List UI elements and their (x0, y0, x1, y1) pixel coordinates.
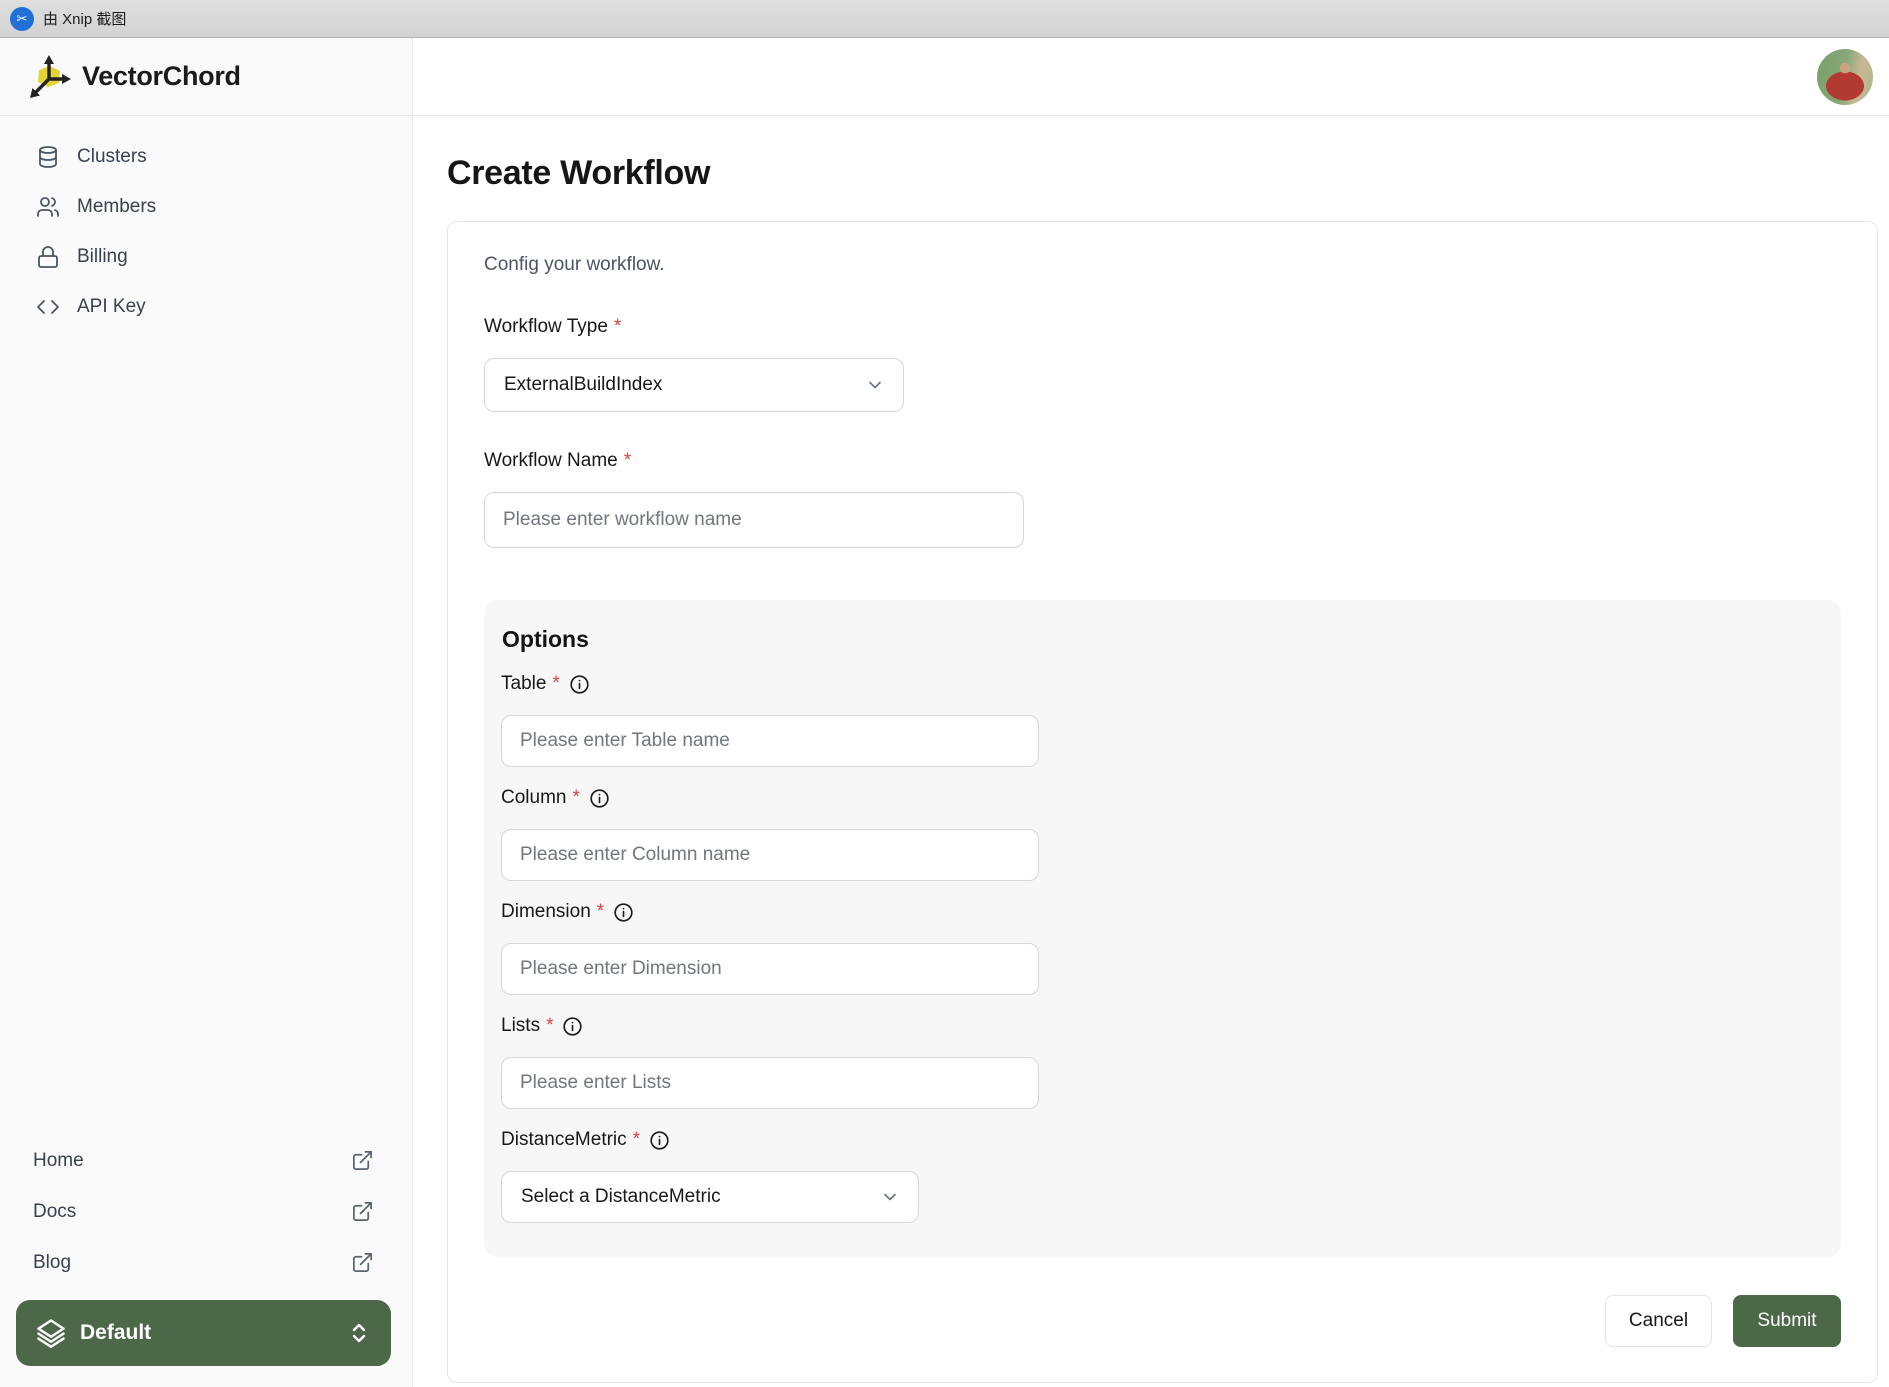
submit-button[interactable]: Submit (1733, 1295, 1841, 1347)
chevrons-up-down-icon (347, 1321, 371, 1345)
info-icon[interactable] (649, 1130, 670, 1151)
sidebar-item-clusters[interactable]: Clusters (0, 132, 412, 182)
required-asterisk: * (546, 1015, 554, 1036)
distance-metric-field: DistanceMetric * Select a DistanceMetric (501, 1129, 1825, 1223)
sidebar-item-label: Members (77, 196, 157, 217)
workspace-name: Default (80, 1321, 152, 1344)
distance-metric-label: DistanceMetric * (501, 1129, 1825, 1151)
sidebar-item-label: Billing (77, 246, 128, 267)
cancel-button[interactable]: Cancel (1605, 1295, 1712, 1347)
column-label: Column * (501, 787, 1825, 809)
sidebar-link-docs[interactable]: Docs (0, 1186, 412, 1237)
column-field: Column * (501, 787, 1825, 881)
lists-input[interactable] (501, 1057, 1039, 1109)
workflow-name-input[interactable] (484, 492, 1024, 548)
page-title: Create Workflow (447, 154, 711, 192)
layers-icon (36, 1318, 66, 1348)
main-area: Create Workflow Config your workflow. Wo… (413, 38, 1889, 1387)
chevron-down-icon (880, 1187, 900, 1207)
external-link-icon (351, 1149, 374, 1172)
dimension-label: Dimension * (501, 901, 1825, 923)
lists-field: Lists * (501, 1015, 1825, 1109)
user-avatar[interactable] (1817, 48, 1873, 105)
xnip-scissors-icon: ✂ (10, 6, 34, 31)
table-label: Table * (501, 673, 1825, 695)
table-input[interactable] (501, 715, 1039, 767)
sidebar-item-members[interactable]: Members (0, 182, 412, 232)
sidebar-link-home[interactable]: Home (0, 1135, 412, 1186)
brand: VectorChord (0, 38, 412, 116)
required-asterisk: * (632, 1129, 641, 1150)
sidebar-item-api-key[interactable]: API Key (0, 282, 412, 332)
content: Create Workflow Config your workflow. Wo… (413, 116, 1889, 1383)
options-panel: Options Table * Please enter Table name … (484, 600, 1841, 1257)
table-field: Table * (501, 673, 1825, 767)
workflow-name-label: Workflow Name * (484, 450, 632, 471)
sidebar-item-billing[interactable]: Billing (0, 232, 412, 282)
sidebar-item-label: API Key (77, 296, 146, 317)
sidebar-link-label: Blog (33, 1251, 72, 1273)
distance-metric-select[interactable]: Select a DistanceMetric (501, 1171, 919, 1223)
column-input[interactable] (501, 829, 1039, 881)
titlebar: ✂ 由 Xnip 截图 (0, 0, 1889, 38)
info-icon[interactable] (562, 1016, 583, 1037)
chevron-down-icon (865, 375, 885, 395)
main-header (413, 38, 1889, 116)
users-icon (36, 195, 60, 219)
external-link-icon (351, 1200, 374, 1223)
required-asterisk: * (623, 450, 632, 471)
sidebar-item-label: Clusters (77, 146, 147, 167)
code-icon (36, 295, 60, 319)
required-asterisk: * (613, 316, 622, 337)
sidebar-link-label: Home (33, 1149, 84, 1171)
external-link-icon (351, 1251, 374, 1274)
dimension-input[interactable] (501, 943, 1039, 995)
required-asterisk: * (552, 673, 560, 694)
sidebar-nav: Clusters Members Billing API Key (0, 116, 412, 332)
dimension-field: Dimension * (501, 901, 1825, 995)
options-title: Options (502, 626, 589, 652)
form-actions: Cancel Submit (484, 1295, 1841, 1347)
required-asterisk: * (596, 901, 605, 922)
workflow-type-label: Workflow Type * (484, 316, 622, 337)
distance-metric-value: Select a DistanceMetric (521, 1186, 721, 1207)
lists-label: Lists * (501, 1015, 1825, 1037)
info-icon[interactable] (569, 674, 590, 695)
required-asterisk: * (572, 787, 580, 808)
workflow-type-value: ExternalBuildIndex (504, 374, 663, 395)
info-icon[interactable] (589, 788, 610, 809)
brand-name: VectorChord (82, 61, 241, 91)
sidebar-link-blog[interactable]: Blog (0, 1237, 412, 1288)
create-workflow-card: Config your workflow. Workflow Type * Ex… (447, 221, 1878, 1383)
database-icon (36, 145, 60, 169)
lock-icon (36, 245, 60, 269)
info-icon[interactable] (613, 902, 634, 923)
vectorchord-logo-icon (26, 52, 76, 102)
sidebar-link-label: Docs (33, 1200, 77, 1222)
sidebar: VectorChord Clusters Members Billing API… (0, 38, 413, 1387)
workflow-type-select[interactable]: ExternalBuildIndex (484, 358, 904, 412)
sidebar-links: Home Docs Blog (0, 1135, 412, 1288)
workspace-switcher-button[interactable]: Default (16, 1300, 391, 1366)
titlebar-text: 由 Xnip 截图 (43, 11, 127, 28)
card-intro: Config your workflow. (484, 254, 665, 275)
